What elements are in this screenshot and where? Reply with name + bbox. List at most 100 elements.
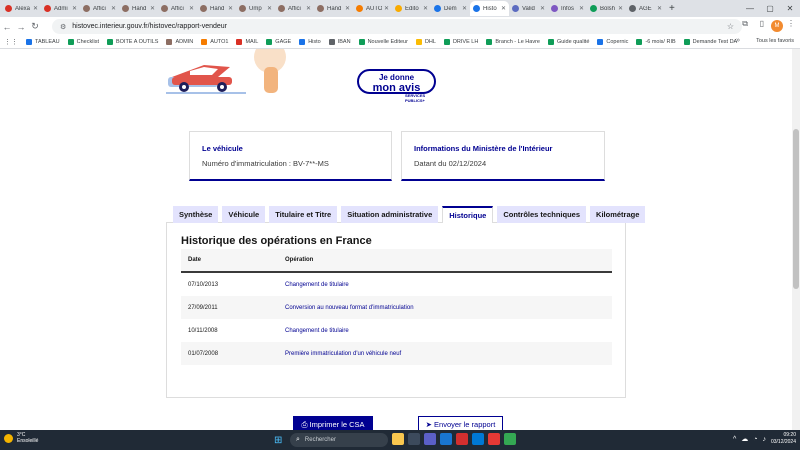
edge-icon[interactable] — [472, 433, 484, 445]
close-tab-icon[interactable]: ✕ — [540, 5, 545, 12]
outlook-icon[interactable] — [440, 433, 452, 445]
bookmark-item[interactable]: GAGE — [266, 39, 291, 45]
bookmark-icon — [106, 39, 113, 45]
all-bookmarks-link[interactable]: Tous les favoris — [756, 38, 794, 44]
chrome-icon[interactable] — [504, 433, 516, 445]
close-tab-icon[interactable]: ✕ — [579, 5, 584, 12]
bookmark-item[interactable]: Histo — [299, 39, 321, 45]
bookmark-item[interactable]: Branch - Le Havre — [486, 39, 540, 45]
weather-widget[interactable]: 3°C Ensoleillé — [4, 432, 38, 444]
browser-tab[interactable]: Hand ✕ — [314, 1, 353, 16]
browser-tab[interactable]: Affici ✕ — [158, 1, 197, 16]
browser-tab[interactable]: Infos ✕ — [548, 1, 587, 16]
sidepanel-icon[interactable]: ▯ — [760, 19, 764, 28]
clock[interactable]: 09:20 03/12/2024 — [771, 432, 796, 446]
bookmark-item[interactable]: Copernic — [597, 39, 628, 45]
send-report-button[interactable]: ➤ Envoyer le rapport — [418, 416, 503, 430]
bookmark-item[interactable]: MAIL — [236, 39, 258, 45]
more-bookmarks-icon[interactable]: » — [736, 37, 740, 44]
bookmark-label: AUTO1 — [210, 39, 229, 45]
print-csa-button[interactable]: ⎙ Imprimer le CSA — [293, 416, 373, 430]
bookmark-item[interactable]: Nouvelle Editeur — [358, 39, 408, 45]
browser-tab[interactable]: Edito ✕ — [392, 1, 431, 16]
browser-tab[interactable]: Admi ✕ — [41, 1, 80, 16]
browser-tab[interactable]: Dem ✕ — [431, 1, 470, 16]
bookmark-item[interactable]: DRIVE LH — [443, 39, 478, 45]
tab-titulaire-et-titre[interactable]: Titulaire et Titre — [269, 206, 338, 223]
close-tab-icon[interactable]: ✕ — [306, 5, 311, 12]
bookmark-item[interactable]: ADMIN — [166, 39, 193, 45]
close-tab-icon[interactable]: ✕ — [618, 5, 623, 12]
bookmark-label: BOITE A OUTILS — [115, 39, 159, 45]
close-tab-icon[interactable]: ✕ — [345, 5, 350, 12]
forward-icon[interactable]: → — [14, 22, 28, 32]
file-explorer-icon[interactable] — [392, 433, 404, 445]
close-tab-icon[interactable]: ✕ — [501, 5, 506, 12]
bookmark-item[interactable]: BOITE A OUTILS — [106, 39, 159, 45]
teams-icon[interactable] — [424, 433, 436, 445]
opera-icon[interactable] — [488, 433, 500, 445]
vehicle-card-title: Le véhicule — [202, 144, 243, 153]
bookmark-item[interactable]: IBAN — [328, 39, 351, 45]
browser-tab[interactable]: Hand ✕ — [119, 1, 158, 16]
browser-tab[interactable]: Affici ✕ — [80, 1, 119, 16]
browser-tab[interactable]: Ump ✕ — [236, 1, 275, 16]
tab-v-hicule[interactable]: Véhicule — [222, 206, 266, 223]
close-tab-icon[interactable]: ✕ — [33, 5, 38, 12]
bookmark-item[interactable]: -6 mois/ RIB — [636, 39, 676, 45]
acrobat-icon[interactable] — [456, 433, 468, 445]
extensions-icon[interactable]: ⧉ — [742, 19, 748, 29]
browser-tab[interactable]: AUTO ✕ — [353, 1, 392, 16]
browser-tab[interactable]: Affici ✕ — [275, 1, 314, 16]
site-info-icon[interactable]: ⚙ — [60, 23, 66, 31]
tab-historique[interactable]: Historique — [442, 206, 494, 223]
page-scrollbar[interactable] — [792, 49, 800, 430]
close-tab-icon[interactable]: ✕ — [657, 5, 662, 12]
close-tab-icon[interactable]: ✕ — [384, 5, 389, 12]
browser-tab[interactable]: Histo ✕ — [470, 1, 509, 16]
bookmark-item[interactable]: TABLEAU — [26, 39, 60, 45]
scroll-thumb[interactable] — [793, 129, 799, 289]
reload-icon[interactable]: ↻ — [28, 21, 42, 32]
tab-contr-les-techniques[interactable]: Contrôles techniques — [497, 206, 587, 223]
browser-tab[interactable]: Valid ✕ — [509, 1, 548, 16]
windows-start-icon[interactable]: ⊞ — [274, 435, 282, 446]
task-view-icon[interactable] — [408, 433, 420, 445]
browser-tab[interactable]: AGE ✕ — [626, 1, 665, 16]
close-tab-icon[interactable]: ✕ — [72, 5, 77, 12]
profile-avatar[interactable]: M — [771, 20, 783, 32]
close-tab-icon[interactable]: ✕ — [267, 5, 272, 12]
browser-tab[interactable]: Hand ✕ — [197, 1, 236, 16]
browser-tab[interactable]: Bolsh ✕ — [587, 1, 626, 16]
minimize-icon[interactable]: — — [740, 4, 760, 13]
tab-kilom-trage[interactable]: Kilométrage — [590, 206, 646, 223]
back-icon[interactable]: ← — [0, 22, 14, 32]
tab-synth-se[interactable]: Synthèse — [173, 206, 219, 223]
bookmark-item[interactable]: Checklist — [67, 39, 99, 45]
url-bar[interactable]: ⚙ histovec.interieur.gouv.fr/histovec/ra… — [52, 19, 742, 34]
feedback-button[interactable]: Je donne mon avis — [357, 69, 436, 94]
close-tab-icon[interactable]: ✕ — [228, 5, 233, 12]
bookmark-item[interactable]: AUTO1 — [201, 39, 228, 45]
close-tab-icon[interactable]: ✕ — [423, 5, 428, 12]
close-tab-icon[interactable]: ✕ — [111, 5, 116, 12]
volume-icon[interactable]: ♪ — [762, 436, 766, 443]
close-tab-icon[interactable]: ✕ — [462, 5, 467, 12]
taskbar-search[interactable]: ⌕ Rechercher — [290, 433, 388, 447]
close-tab-icon[interactable]: ✕ — [189, 5, 194, 12]
maximize-icon[interactable]: ▢ — [760, 4, 780, 13]
chevron-up-icon[interactable]: ^ — [733, 436, 736, 443]
close-window-icon[interactable]: ✕ — [780, 4, 800, 13]
bookmark-item[interactable]: Guide qualité — [547, 39, 589, 45]
tab-situation-administrative[interactable]: Situation administrative — [341, 206, 439, 223]
bookmark-item[interactable]: Demande Test DA — [683, 39, 737, 45]
menu-kebab-icon[interactable]: ⋮ — [787, 19, 795, 28]
bookmark-item[interactable]: DHL — [415, 39, 436, 45]
wifi-icon[interactable]: ◔ — [753, 436, 757, 443]
cloud-icon[interactable]: ☁ — [741, 435, 748, 443]
close-tab-icon[interactable]: ✕ — [150, 5, 155, 12]
browser-tab[interactable]: Alexa ✕ — [2, 1, 41, 16]
new-tab-button[interactable]: + — [669, 3, 675, 14]
bookmark-star-icon[interactable]: ☆ — [727, 22, 734, 31]
apps-grid-icon[interactable]: ⋮⋮ — [4, 38, 18, 46]
